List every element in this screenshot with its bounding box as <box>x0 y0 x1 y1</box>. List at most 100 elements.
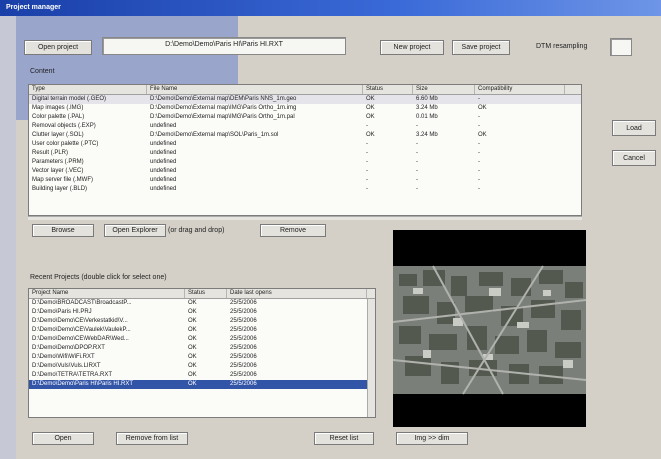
open-project-button[interactable]: Open project <box>24 40 92 55</box>
content-cell: 3.24 Mb <box>416 132 438 138</box>
content-row[interactable]: Result (.PLR) undefined - - - <box>29 149 581 158</box>
new-project-button[interactable]: New project <box>380 40 444 55</box>
recent-project-row[interactable]: D:\Demo\Demo\CE\WebDAR\Wed... OK 25/5/2006 <box>29 335 375 344</box>
map-preview[interactable] <box>393 230 586 427</box>
dtm-resampling-label: DTM resampling <box>536 43 588 50</box>
content-cell: Vector layer (.VEC) <box>32 168 84 174</box>
content-row[interactable]: Color palette (.PAL) D:\Demo\Demo\Externa… <box>29 113 581 122</box>
left-decoration <box>0 16 16 459</box>
recent-project-row[interactable]: D:\Demo\Paris HI.PRJ OK 25/5/2006 <box>29 308 375 317</box>
content-cell: undefined <box>150 150 177 156</box>
save-project-button[interactable]: Save project <box>452 40 510 55</box>
recent-project-cell: D:\Demo\Paris HI.PRJ <box>32 309 92 315</box>
content-cell: - <box>478 123 480 129</box>
content-row[interactable]: Clutter layer (.SOL) D:\Demo\Demo\Externa… <box>29 131 581 140</box>
content-col-status[interactable]: Status <box>363 85 413 94</box>
recent-scrollbar[interactable] <box>367 299 375 417</box>
recent-project-row[interactable]: D:\Demo\Demo\CE\Vaulek\VaulekP... OK 25/5/… <box>29 326 375 335</box>
recent-project-row[interactable]: D:\Demo\Wifi\WiFi.RXT OK 25/5/2006 <box>29 353 375 362</box>
content-cell: D:\Demo\Demo\External map\IMG\Paris Orth… <box>150 114 295 120</box>
recent-projects-table[interactable]: Project Name Status Date last opens D:\D… <box>28 288 376 418</box>
recent-project-cell: OK <box>188 309 197 315</box>
content-row[interactable]: Map images (.IMG) D:\Demo\Demo\External m… <box>29 104 581 113</box>
content-cell: Removal objects (.EXP) <box>32 123 96 129</box>
content-cell: - <box>416 123 418 129</box>
content-cell: Color palette (.PAL) <box>32 114 85 120</box>
recent-project-cell: D:\Demo\Demo\CE\Verkestatkid\V... <box>32 318 128 324</box>
project-path-field[interactable]: D:\Demo\Demo\Paris HI\Paris HI.RXT <box>102 37 346 55</box>
content-cell: undefined <box>150 123 177 129</box>
content-row[interactable]: Digital terrain model (.GEO) D:\Demo\Demo… <box>29 95 581 104</box>
content-cell: - <box>366 168 368 174</box>
dtm-resampling-input[interactable] <box>610 38 632 56</box>
recent-project-cell: 25/5/2006 <box>230 309 257 315</box>
content-table[interactable]: Type File Name Status Size Compatibility… <box>28 84 582 216</box>
window-title: Project manager <box>6 4 61 11</box>
content-cell: User color palette (.PTC) <box>32 141 99 147</box>
content-row[interactable]: Vector layer (.VEC) undefined - - - <box>29 167 581 176</box>
recent-col-status[interactable]: Status <box>185 289 227 298</box>
load-button[interactable]: Load <box>612 120 656 136</box>
open-explorer-button[interactable]: Open Explorer <box>104 224 166 237</box>
content-cell: - <box>478 141 480 147</box>
recent-project-cell: OK <box>188 336 197 342</box>
content-col-filename[interactable]: File Name <box>147 85 363 94</box>
content-cell: undefined <box>150 186 177 192</box>
content-cell: - <box>416 159 418 165</box>
remove-from-list-button[interactable]: Remove from list <box>116 432 188 445</box>
content-table-header: Type File Name Status Size Compatibility <box>29 85 581 95</box>
content-row[interactable]: Parameters (.PRM) undefined - - - <box>29 158 581 167</box>
recent-col-date[interactable]: Date last opens <box>227 289 367 298</box>
content-col-compatibility[interactable]: Compatibility <box>475 85 565 94</box>
recent-project-row[interactable]: D:\Demo\BROADCAST\BroadcastP... OK 25/5/20… <box>29 299 375 308</box>
recent-project-cell: D:\Demo\Demo\DPOP.RXT <box>32 345 105 351</box>
content-cell: undefined <box>150 177 177 183</box>
content-cell: - <box>416 141 418 147</box>
recent-project-cell: OK <box>188 363 197 369</box>
content-cell: undefined <box>150 168 177 174</box>
recent-project-cell: OK <box>188 318 197 324</box>
content-row[interactable]: Removal objects (.EXP) undefined - - - <box>29 122 581 131</box>
content-cell: - <box>478 150 480 156</box>
recent-project-row[interactable]: D:\Demo\Vuls\Vuls.LIRXT OK 25/5/2006 <box>29 362 375 371</box>
content-table-body: Digital terrain model (.GEO) D:\Demo\Demo… <box>29 95 581 194</box>
recent-project-row[interactable]: D:\Demo\Demo\Paris HI\Paris HI.RXT OK 25/5… <box>29 380 375 389</box>
content-col-size[interactable]: Size <box>413 85 475 94</box>
remove-content-button[interactable]: Remove <box>260 224 326 237</box>
recent-projects-label: Recent Projects (double click for select… <box>30 274 167 281</box>
aerial-map-image <box>393 230 586 427</box>
recent-project-cell: OK <box>188 300 197 306</box>
content-cell: - <box>416 186 418 192</box>
content-cell: Map images (.IMG) <box>32 105 84 111</box>
reset-list-button[interactable]: Reset list <box>314 432 374 445</box>
content-cell: Map server file (.MWF) <box>32 177 94 183</box>
content-row[interactable]: Map server file (.MWF) undefined - - - <box>29 176 581 185</box>
content-cell: Digital terrain model (.GEO) <box>32 96 107 102</box>
recent-col-name[interactable]: Project Name <box>29 289 185 298</box>
recent-project-cell: D:\Demo\TETRA\TETRA.RXT <box>32 372 113 378</box>
content-cell: - <box>478 96 480 102</box>
recent-project-row[interactable]: D:\Demo\TETRA\TETRA.RXT OK 25/5/2006 <box>29 371 375 380</box>
content-cell: - <box>478 168 480 174</box>
content-scrollbar[interactable] <box>28 216 582 220</box>
content-cell: - <box>478 177 480 183</box>
content-cell: OK <box>478 105 487 111</box>
recent-project-row[interactable]: D:\Demo\Demo\CE\Verkestatkid\V... OK 25/5/… <box>29 317 375 326</box>
content-row[interactable]: Building layer (.BLD) undefined - - - <box>29 185 581 194</box>
cancel-button[interactable]: Cancel <box>612 150 656 166</box>
browse-button[interactable]: Browse <box>32 224 94 237</box>
open-recent-button[interactable]: Open <box>32 432 94 445</box>
content-cell: Result (.PLR) <box>32 150 69 156</box>
content-cell: undefined <box>150 141 177 147</box>
recent-project-row[interactable]: D:\Demo\Demo\DPOP.RXT OK 25/5/2006 <box>29 344 375 353</box>
content-cell: - <box>478 186 480 192</box>
content-cell: OK <box>366 132 375 138</box>
content-row[interactable]: User color palette (.PTC) undefined - - - <box>29 140 581 149</box>
content-cell: 6.60 Mb <box>416 96 438 102</box>
content-cell: D:\Demo\Demo\External map\IMG\Paris Orth… <box>150 105 297 111</box>
preview-zoom-button[interactable]: Img >> dim <box>396 432 468 445</box>
recent-project-cell: D:\Demo\Vuls\Vuls.LIRXT <box>32 363 101 369</box>
content-col-type[interactable]: Type <box>29 85 147 94</box>
content-cell: OK <box>366 105 375 111</box>
recent-project-cell: D:\Demo\BROADCAST\BroadcastP... <box>32 300 132 306</box>
